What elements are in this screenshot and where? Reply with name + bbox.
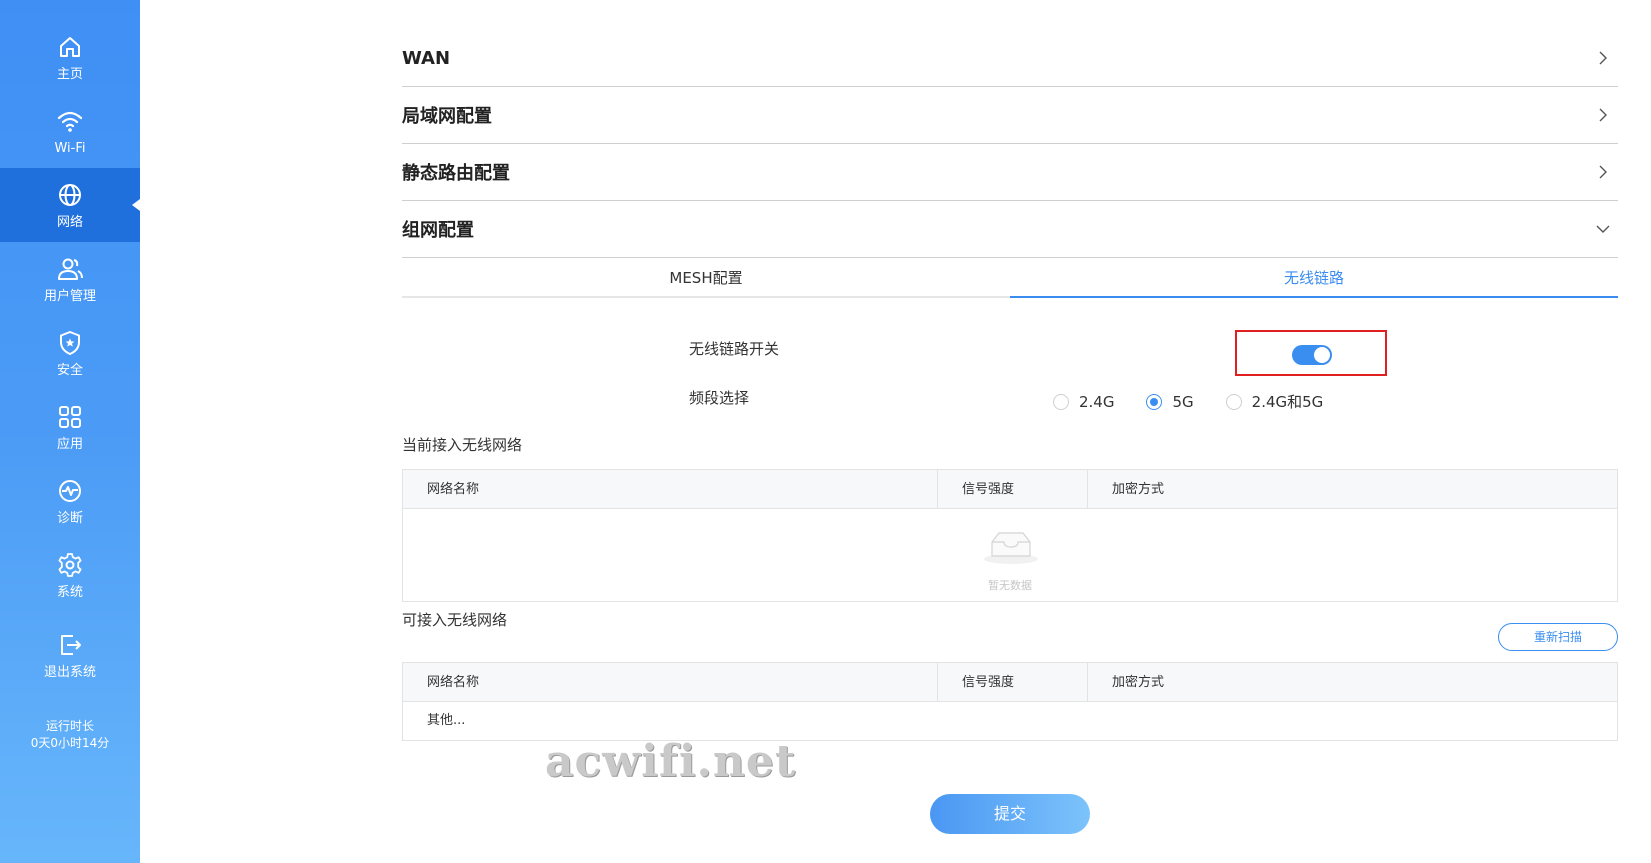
radio-label: 2.4G <box>1079 392 1115 411</box>
sidebar-item-apps[interactable]: 应用 <box>0 390 140 464</box>
section-title: 局域网配置 <box>402 106 492 127</box>
wireless-link-toggle[interactable] <box>1292 345 1332 365</box>
available-network-title: 可接入无线网络 <box>402 611 508 629</box>
radio-2g4[interactable] <box>1053 393 1069 410</box>
chevron-right-icon <box>1599 165 1607 179</box>
column-header-name: 网络名称 <box>427 482 480 497</box>
sidebar-item-diagnose[interactable]: 诊断 <box>0 464 140 538</box>
sidebar: 主页 Wi-Fi 网络 用户管理 安全 应用 诊断 系统 退出系统 运行时长 0… <box>0 0 140 863</box>
tab-mesh-config[interactable]: MESH配置 <box>402 258 1010 296</box>
radio-label: 2.4G和5G <box>1251 393 1324 411</box>
section-lan[interactable]: 局域网配置 <box>402 87 1618 144</box>
home-icon <box>60 36 80 57</box>
table-header: 网络名称 信号强度 加密方式 <box>403 470 1617 509</box>
band-option-5g[interactable]: 5G <box>1146 392 1194 411</box>
uptime: 运行时长 0天0小时14分 <box>0 718 140 752</box>
section-title: 静态路由配置 <box>402 163 510 184</box>
switch-label: 无线链路开关 <box>689 340 780 358</box>
sidebar-item-system[interactable]: 系统 <box>0 538 140 612</box>
radio-label: 5G <box>1172 392 1194 411</box>
sidebar-item-wifi[interactable]: Wi-Fi <box>0 94 140 168</box>
chevron-right-icon <box>1599 108 1607 122</box>
band-option-2g4[interactable]: 2.4G <box>1053 393 1114 411</box>
rescan-button[interactable]: 重新扫描 <box>1498 623 1618 651</box>
column-header-signal: 信号强度 <box>937 663 1087 701</box>
apps-icon <box>59 405 81 428</box>
sidebar-item-label: 安全 <box>56 362 83 378</box>
users-icon <box>58 258 83 280</box>
band-radio-group: 2.4G 5G 2.4G和5G <box>1053 391 1355 412</box>
section-mesh[interactable]: 组网配置 <box>402 201 1618 258</box>
sidebar-item-label: 系统 <box>56 584 83 600</box>
sidebar-item-label: Wi-Fi <box>54 140 86 156</box>
chevron-right-icon <box>1599 51 1607 65</box>
sidebar-item-logout[interactable]: 退出系统 <box>0 618 140 692</box>
band-label: 频段选择 <box>689 389 750 407</box>
gear-icon <box>58 552 82 577</box>
band-option-both[interactable]: 2.4G和5G <box>1225 391 1324 412</box>
sidebar-item-label: 应用 <box>56 436 83 452</box>
watermark: acwifi.net <box>545 736 797 787</box>
section-title: WAN <box>402 47 451 69</box>
column-header-encryption: 加密方式 <box>1087 663 1617 701</box>
empty-state: 暂无数据 <box>403 509 1617 601</box>
sidebar-item-network[interactable]: 网络 <box>0 168 140 242</box>
logout-icon <box>61 634 81 655</box>
toggle-knob <box>1314 347 1330 363</box>
globe-icon <box>59 183 81 206</box>
current-network-title: 当前接入无线网络 <box>402 436 523 454</box>
sidebar-item-label: 诊断 <box>56 510 83 526</box>
column-header-name: 网络名称 <box>427 675 480 690</box>
sidebar-item-label: 用户管理 <box>43 288 96 304</box>
sidebar-item-label: 退出系统 <box>43 664 96 680</box>
empty-text: 暂无数据 <box>988 579 1032 592</box>
empty-box-icon <box>984 532 1038 564</box>
available-network-table: 网络名称 信号强度 加密方式 其他... <box>402 662 1618 741</box>
shield-icon <box>60 330 80 355</box>
sidebar-item-home[interactable]: 主页 <box>0 20 140 94</box>
sidebar-item-label: 主页 <box>56 66 83 82</box>
uptime-value: 0天0小时14分 <box>30 736 110 750</box>
chevron-down-icon <box>1596 225 1610 233</box>
highlight-box <box>1235 330 1387 376</box>
tab-wireless-link[interactable]: 无线链路 <box>1010 258 1618 298</box>
column-header-encryption: 加密方式 <box>1087 470 1617 508</box>
radio-5g[interactable] <box>1146 393 1163 410</box>
column-header-signal: 信号强度 <box>937 470 1087 508</box>
sidebar-item-security[interactable]: 安全 <box>0 316 140 390</box>
current-network-table: 网络名称 信号强度 加密方式 暂无数据 <box>402 469 1618 602</box>
table-row[interactable]: 其他... <box>403 702 1617 740</box>
mesh-tabs: MESH配置 无线链路 <box>402 258 1618 298</box>
main-content: WAN 局域网配置 静态路由配置 组网配置 MESH配置 无线链路 无线链路开关… <box>402 30 1618 834</box>
section-wan[interactable]: WAN <box>402 30 1618 87</box>
uptime-label: 运行时长 <box>45 719 94 733</box>
wifi-icon <box>57 111 83 132</box>
sidebar-item-label: 网络 <box>56 214 83 230</box>
sidebar-item-user-management[interactable]: 用户管理 <box>0 242 140 316</box>
section-static-route[interactable]: 静态路由配置 <box>402 144 1618 201</box>
submit-button[interactable]: 提交 <box>930 794 1090 834</box>
table-header: 网络名称 信号强度 加密方式 <box>403 663 1617 702</box>
diagnose-icon <box>59 479 81 502</box>
radio-both[interactable] <box>1225 393 1242 410</box>
section-title: 组网配置 <box>402 220 474 241</box>
